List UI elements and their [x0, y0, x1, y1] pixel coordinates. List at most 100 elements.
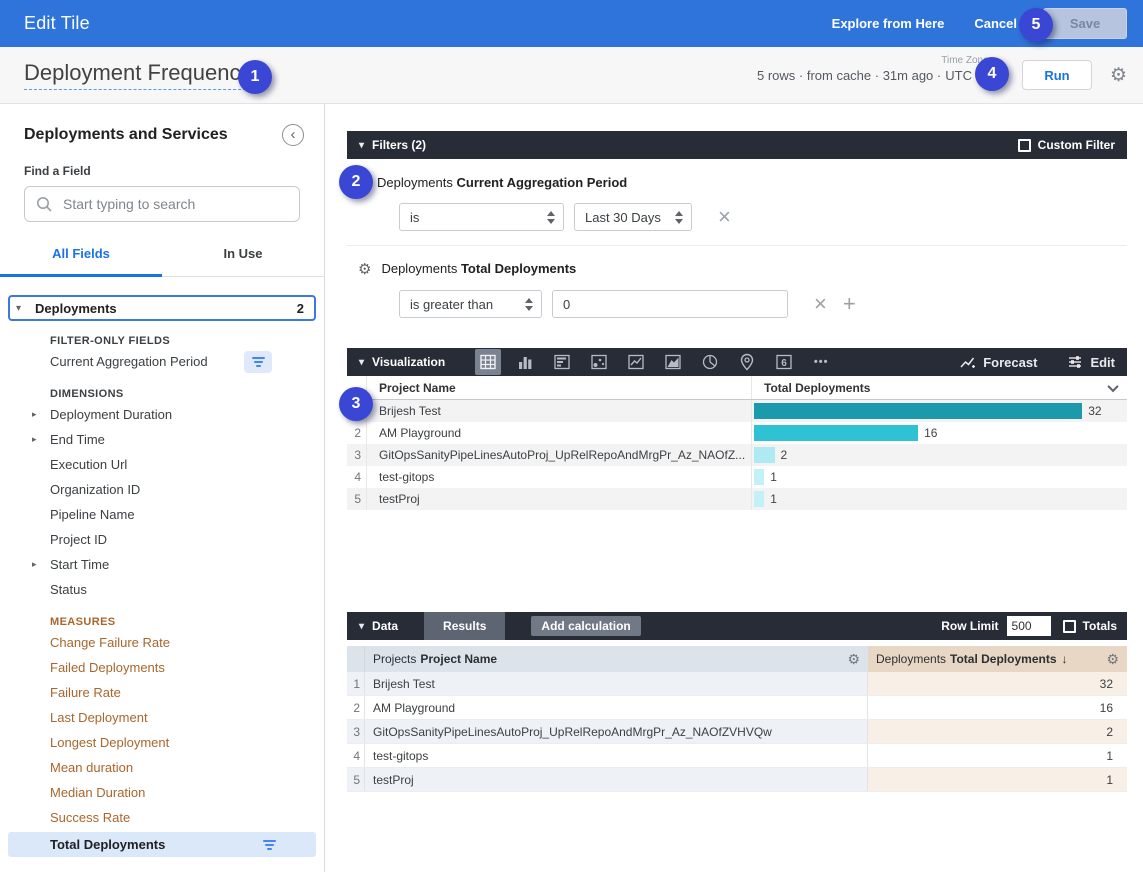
- add-filter-icon[interactable]: +: [843, 293, 856, 315]
- remove-filter-icon[interactable]: ×: [814, 293, 827, 315]
- group-deployments[interactable]: ▾ Deployments 2: [8, 295, 316, 321]
- save-button[interactable]: Save: [1043, 8, 1127, 39]
- results-table-header: Projects Project Name ⚙ Deployments Tota…: [347, 646, 1127, 672]
- field-label: Last Deployment: [50, 710, 148, 725]
- remove-filter-icon[interactable]: ×: [718, 206, 731, 228]
- field-project-id[interactable]: Project ID: [0, 527, 324, 552]
- totals-checkbox[interactable]: [1063, 620, 1076, 633]
- tab-in-use[interactable]: In Use: [162, 246, 324, 276]
- cancel-link[interactable]: Cancel: [974, 16, 1017, 31]
- field-start-time[interactable]: ▸ Start Time: [0, 552, 324, 577]
- filter-operator-select[interactable]: is greater than: [399, 290, 542, 318]
- add-calculation-button[interactable]: Add calculation: [531, 616, 640, 636]
- viz-col-total-deployments[interactable]: Total Deployments: [752, 376, 1127, 399]
- viz-type-area-chart[interactable]: [660, 349, 686, 375]
- viz-col-project-name[interactable]: Project Name: [367, 376, 752, 399]
- chevron-down-icon[interactable]: [1107, 380, 1118, 391]
- total-deployments-cell[interactable]: 32: [868, 672, 1127, 695]
- viz-type-table[interactable]: [475, 349, 501, 375]
- field-mean-duration[interactable]: Mean duration: [0, 755, 324, 780]
- deployment-bar[interactable]: [754, 491, 764, 507]
- custom-filter-checkbox[interactable]: [1018, 139, 1031, 152]
- field-failed-deployments[interactable]: Failed Deployments: [0, 655, 324, 680]
- sidebar-collapse-button[interactable]: ‹: [282, 124, 304, 146]
- project-name-cell[interactable]: AM Playground: [367, 422, 752, 444]
- visualization-header-bar[interactable]: ▾ Visualization: [347, 348, 1127, 376]
- tab-all-fields[interactable]: All Fields: [0, 246, 162, 276]
- field-execution-url[interactable]: Execution Url: [0, 452, 324, 477]
- filter-value-select[interactable]: Last 30 Days: [574, 203, 692, 231]
- column-gear-icon[interactable]: ⚙: [1106, 652, 1119, 666]
- field-search-input[interactable]: [63, 196, 289, 212]
- field-deployment-duration[interactable]: ▸ Deployment Duration: [0, 402, 324, 427]
- total-deployments-cell[interactable]: 1: [868, 744, 1127, 767]
- results-tab[interactable]: Results: [424, 612, 505, 640]
- viz-type-line-chart[interactable]: [623, 349, 649, 375]
- project-name-cell[interactable]: GitOpsSanityPipeLinesAutoProj_UpRelRepoA…: [365, 720, 868, 743]
- group-label: Deployments: [35, 301, 117, 316]
- column-prefix: Deployments: [876, 652, 946, 666]
- field-end-time[interactable]: ▸ End Time: [0, 427, 324, 452]
- project-name-cell[interactable]: test-gitops: [365, 744, 868, 767]
- viz-table-row: 3 GitOpsSanityPipeLinesAutoProj_UpRelRep…: [347, 444, 1127, 466]
- corner-cell: [347, 646, 365, 672]
- header-settings-gear-icon[interactable]: ⚙: [1110, 66, 1127, 85]
- field-organization-id[interactable]: Organization ID: [0, 477, 324, 502]
- project-name-cell[interactable]: AM Playground: [365, 696, 868, 719]
- field-median-duration[interactable]: Median Duration: [0, 780, 324, 805]
- project-name-cell[interactable]: Brijesh Test: [365, 672, 868, 695]
- column-header-project-name[interactable]: Projects Project Name ⚙: [365, 646, 868, 672]
- field-last-deployment[interactable]: Last Deployment: [0, 705, 324, 730]
- field-status[interactable]: Status: [0, 577, 324, 602]
- deployment-bar[interactable]: [754, 447, 775, 463]
- filter-icon[interactable]: [263, 840, 276, 850]
- filters-header-bar[interactable]: ▾ Filters (2) Custom Filter: [347, 131, 1127, 159]
- deployment-bar[interactable]: [754, 403, 1082, 419]
- field-failure-rate[interactable]: Failure Rate: [0, 680, 324, 705]
- project-name-cell[interactable]: GitOpsSanityPipeLinesAutoProj_UpRelRepoA…: [367, 444, 752, 466]
- viz-type-bar-chart[interactable]: [549, 349, 575, 375]
- field-label: Project ID: [50, 532, 107, 547]
- data-header-bar[interactable]: ▾ Data Results Add calculation Row Limit…: [347, 612, 1127, 640]
- field-total-deployments-selected[interactable]: Total Deployments: [8, 832, 316, 857]
- column-header-total-deployments[interactable]: Deployments Total Deployments ↓ ⚙: [868, 646, 1127, 672]
- field-current-aggregation-period[interactable]: Current Aggregation Period: [0, 349, 324, 374]
- filter-operator-select[interactable]: is: [399, 203, 564, 231]
- filter-gear-icon[interactable]: ⚙: [358, 262, 371, 277]
- caret-right-icon[interactable]: ▸: [32, 434, 37, 445]
- field-longest-deployment[interactable]: Longest Deployment: [0, 730, 324, 755]
- edit-viz-button[interactable]: Edit: [1067, 354, 1115, 370]
- field-success-rate[interactable]: Success Rate: [0, 805, 324, 830]
- deployment-bar[interactable]: [754, 425, 918, 441]
- project-name-cell[interactable]: Brijesh Test: [367, 400, 752, 422]
- project-name-cell[interactable]: testProj: [365, 768, 868, 791]
- field-label: Deployment Duration: [50, 407, 172, 422]
- column-gear-icon[interactable]: ⚙: [847, 652, 860, 666]
- row-limit-input[interactable]: [1007, 616, 1051, 636]
- project-name-cell[interactable]: testProj: [367, 488, 752, 510]
- project-name-cell[interactable]: test-gitops: [367, 466, 752, 488]
- viz-type-pie-chart[interactable]: [697, 349, 723, 375]
- explore-from-here-link[interactable]: Explore from Here: [832, 16, 945, 31]
- forecast-button[interactable]: Forecast: [959, 354, 1037, 371]
- caret-right-icon[interactable]: ▸: [32, 559, 37, 570]
- viz-type-single-value[interactable]: 6: [771, 349, 797, 375]
- total-deployments-cell[interactable]: 2: [868, 720, 1127, 743]
- field-change-failure-rate[interactable]: Change Failure Rate: [0, 630, 324, 655]
- filter-value-input[interactable]: [552, 290, 788, 318]
- line-chart-icon: [626, 352, 646, 372]
- viz-type-more[interactable]: •••: [808, 349, 834, 375]
- run-button[interactable]: Run: [1022, 60, 1092, 90]
- caret-right-icon[interactable]: ▸: [32, 409, 37, 420]
- viz-type-map[interactable]: [734, 349, 760, 375]
- total-deployments-cell[interactable]: 16: [868, 696, 1127, 719]
- field-search-box[interactable]: [24, 186, 300, 222]
- deployment-bar[interactable]: [754, 469, 764, 485]
- total-deployments-cell[interactable]: 1: [868, 768, 1127, 791]
- viz-table-row: 2 AM Playground 16: [347, 422, 1127, 444]
- field-pipeline-name[interactable]: Pipeline Name: [0, 502, 324, 527]
- viz-type-column-chart[interactable]: [512, 349, 538, 375]
- viz-type-scatter-plot[interactable]: [586, 349, 612, 375]
- filter-active-button[interactable]: [244, 351, 272, 373]
- tile-title[interactable]: Deployment Frequency: [24, 60, 251, 90]
